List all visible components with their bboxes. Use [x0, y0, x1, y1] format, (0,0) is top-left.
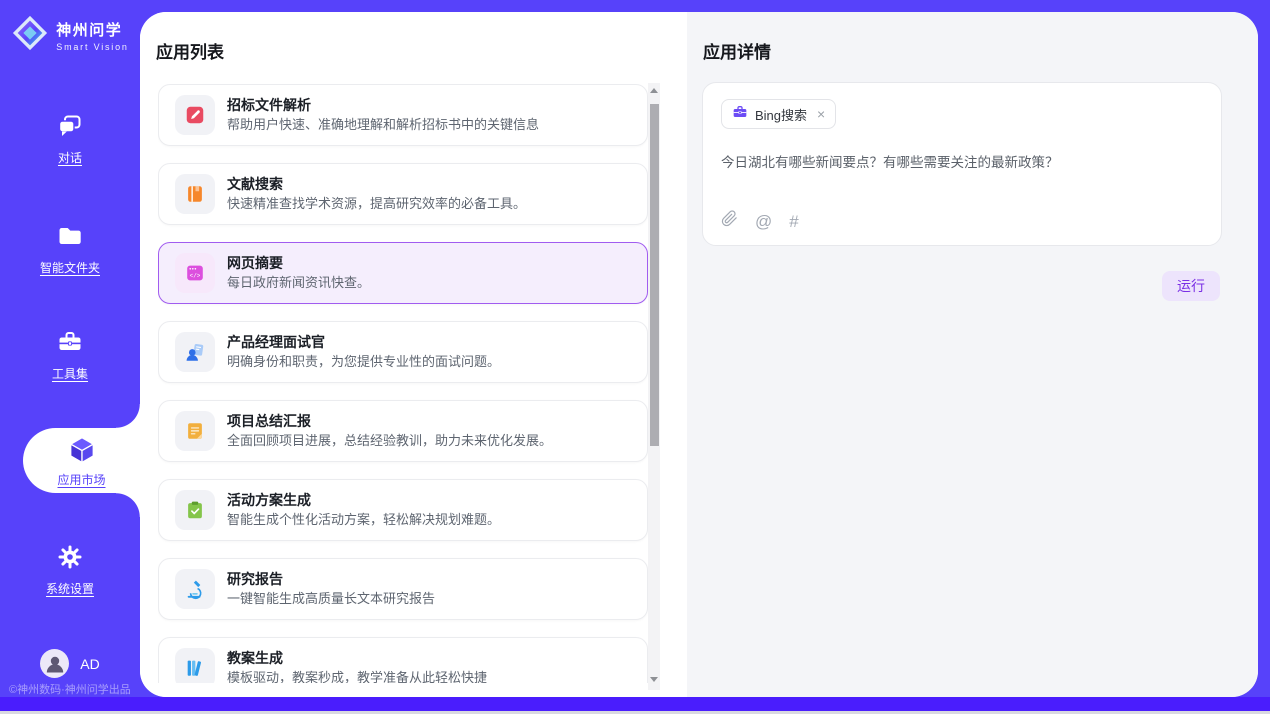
- brand-diamond-icon: [11, 14, 49, 57]
- app-name: 研究报告: [227, 570, 435, 589]
- app-card-pm-interviewer[interactable]: 产品经理面试官 明确身份和职责，为您提供专业性的面试问题。: [158, 321, 648, 383]
- app-desc: 全面回顾项目进展，总结经验教训，助力未来优化发展。: [227, 432, 552, 450]
- gear-icon: [56, 543, 84, 576]
- prompt-text[interactable]: 今日湖北有哪些新闻要点？有哪些需要关注的最新政策？: [721, 153, 1203, 172]
- microscope-icon: [175, 569, 215, 609]
- app-name: 教案生成: [227, 649, 487, 668]
- note-icon: [175, 411, 215, 451]
- sidebar-item-chat[interactable]: 对话: [0, 112, 140, 166]
- brand-subtitle: Smart Vision: [56, 42, 128, 52]
- sidebar-item-settings[interactable]: 系统设置: [0, 543, 140, 597]
- brand-logo: 神州问学 Smart Vision: [0, 14, 140, 57]
- user-profile[interactable]: AD: [0, 649, 140, 678]
- prompt-toolbar: @ #: [721, 210, 799, 232]
- sidebar-item-label: 工具集: [52, 365, 88, 382]
- sidebar-item-label: 应用市场: [57, 471, 105, 488]
- book-icon: [175, 174, 215, 214]
- user-name: AD: [80, 656, 99, 672]
- app-list-title: 应用列表: [156, 38, 224, 63]
- app-desc: 模板驱动，教案秒成，教学准备从此轻松快捷: [227, 669, 487, 683]
- briefcase-icon: [732, 104, 748, 125]
- app-card-literature-search[interactable]: 文献搜索 快速精准查找学术资源，提高研究效率的必备工具。: [158, 163, 648, 225]
- app-name: 活动方案生成: [227, 491, 500, 510]
- app-name: 网页摘要: [227, 254, 370, 273]
- app-name: 文献搜索: [227, 175, 526, 194]
- folder-icon: [56, 222, 84, 255]
- app-card-bid-parse[interactable]: 招标文件解析 帮助用户快速、准确地理解和解析招标书中的关键信息: [158, 84, 648, 146]
- app-card-web-summary[interactable]: </> 网页摘要 每日政府新闻资讯快查。: [158, 242, 648, 304]
- app-desc: 智能生成个性化活动方案，轻松解决规划难题。: [227, 511, 500, 529]
- sidebar-item-toolset[interactable]: 工具集: [0, 328, 140, 382]
- sidebar-item-label: 对话: [58, 149, 82, 166]
- app-list-panel: 应用列表 招标文件解析 帮助用户快速、准确地理解和解析招标书中的关键信息: [140, 12, 687, 697]
- sidebar-item-label: 智能文件夹: [40, 259, 100, 276]
- svg-text:</>: </>: [190, 272, 201, 279]
- active-item-top-curve: [116, 404, 140, 428]
- app-card-project-summary[interactable]: 项目总结汇报 全面回顾项目进展，总结经验教训，助力未来优化发展。: [158, 400, 648, 462]
- app-desc: 明确身份和职责，为您提供专业性的面试问题。: [227, 353, 500, 371]
- scrollbar-down-arrow[interactable]: [650, 677, 658, 685]
- sidebar: 神州问学 Smart Vision 对话 智能文件夹: [0, 0, 140, 714]
- interviewer-icon: [175, 332, 215, 372]
- prompt-card[interactable]: Bing搜索 × 今日湖北有哪些新闻要点？有哪些需要关注的最新政策？ @ #: [702, 82, 1222, 246]
- active-item-bottom-curve: [116, 493, 140, 517]
- sidebar-item-app-market[interactable]: 应用市场: [23, 428, 140, 493]
- toolbox-icon: [56, 328, 84, 361]
- sidebar-item-label: 系统设置: [46, 580, 94, 597]
- avatar: [40, 649, 69, 678]
- app-detail-title: 应用详情: [703, 38, 771, 63]
- app-detail-panel: 应用详情 Bing搜索 × 今日湖北有哪些新闻要点？有哪些需要关注的最新政: [687, 12, 1258, 697]
- clipboard-check-icon: [175, 490, 215, 530]
- remove-tag-button[interactable]: ×: [817, 107, 825, 121]
- app-card-lesson-plan[interactable]: 教案生成 模板驱动，教案秒成，教学准备从此轻松快捷: [158, 637, 648, 683]
- sidebar-item-smart-folder[interactable]: 智能文件夹: [0, 222, 140, 276]
- bottom-accent-bar: [0, 697, 1270, 711]
- hash-icon[interactable]: #: [789, 213, 798, 230]
- copyright-footer: ©神州数码·神州问学出品: [9, 681, 131, 697]
- app-card-research-report[interactable]: 研究报告 一键智能生成高质量长文本研究报告: [158, 558, 648, 620]
- app-name: 项目总结汇报: [227, 412, 552, 431]
- chat-icon: [56, 112, 84, 145]
- app-desc: 帮助用户快速、准确地理解和解析招标书中的关键信息: [227, 116, 539, 134]
- tag-label: Bing搜索: [755, 105, 807, 124]
- tool-tag-bing-search[interactable]: Bing搜索 ×: [721, 99, 836, 129]
- brand-name: 神州问学: [56, 19, 128, 40]
- paperclip-icon[interactable]: [721, 210, 738, 232]
- scrollbar-thumb[interactable]: [650, 104, 659, 446]
- app-desc: 一键智能生成高质量长文本研究报告: [227, 590, 435, 608]
- app-name: 招标文件解析: [227, 96, 539, 115]
- scrollbar-up-arrow[interactable]: [650, 88, 658, 96]
- app-name: 产品经理面试官: [227, 333, 500, 352]
- list-scrollbar[interactable]: [648, 83, 660, 690]
- browser-code-icon: </>: [175, 253, 215, 293]
- app-desc: 每日政府新闻资讯快查。: [227, 274, 370, 292]
- content-area: 应用列表 招标文件解析 帮助用户快速、准确地理解和解析招标书中的关键信息: [140, 12, 1258, 697]
- app-desc: 快速精准查找学术资源，提高研究效率的必备工具。: [227, 195, 526, 213]
- at-mention-icon[interactable]: @: [755, 213, 772, 230]
- edit-document-icon: [175, 95, 215, 135]
- books-icon: [175, 648, 215, 683]
- app-card-list: 招标文件解析 帮助用户快速、准确地理解和解析招标书中的关键信息 文献搜索: [158, 84, 648, 683]
- cube-icon: [67, 434, 97, 469]
- app-card-event-plan[interactable]: 活动方案生成 智能生成个性化活动方案，轻松解决规划难题。: [158, 479, 648, 541]
- run-button[interactable]: 运行: [1162, 271, 1220, 301]
